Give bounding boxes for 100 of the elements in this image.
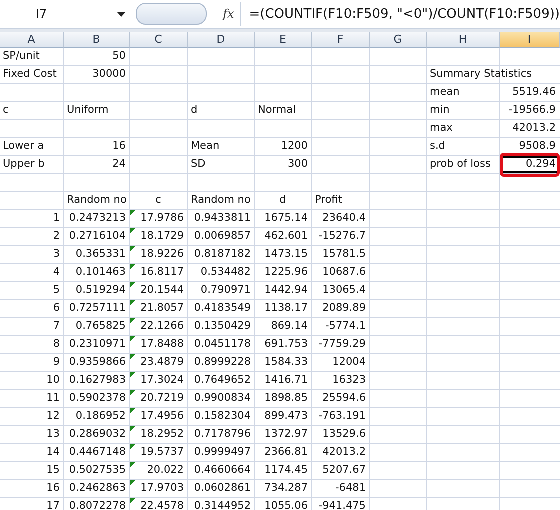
- table-cell: 0.9999497: [194, 446, 251, 458]
- table-cell-text: 42013.2: [512, 121, 557, 136]
- table-cell: 0.294: [500, 156, 559, 173]
- formula-bar-handle[interactable]: [136, 3, 208, 25]
- table-cell: 17.4956: [140, 410, 184, 422]
- table-cell: 0.2310971: [69, 338, 126, 350]
- table-cell: 22.4578: [140, 500, 184, 510]
- table-cell: 1898.85: [264, 392, 308, 404]
- table-cell-text: d: [278, 193, 288, 208]
- table-cell: 1584.33: [264, 356, 308, 368]
- table-cell: 23640.4: [322, 212, 366, 224]
- table-cell-text: -19566.9: [508, 103, 557, 118]
- table-cell: 1225.96: [264, 266, 308, 278]
- table-cell: 0.0451178: [194, 338, 251, 350]
- table-cell: -15276.7: [318, 230, 366, 242]
- table-cell: 8: [53, 338, 60, 350]
- table-cell: 0.2716104: [69, 230, 126, 242]
- table-cell: 23.4879: [140, 356, 184, 368]
- table-cell: 16323: [332, 374, 366, 386]
- table-cell: 0.7257111: [69, 302, 126, 314]
- table-cell: 1473.15: [264, 248, 308, 260]
- table-cell: 42013.2: [322, 446, 366, 458]
- table-cell: 0.1627983: [69, 374, 126, 386]
- column-header[interactable]: A: [0, 32, 64, 48]
- table-cell-text: d: [190, 103, 199, 118]
- table-cell: 0.9433811: [194, 212, 251, 224]
- highlight-outline: [500, 153, 560, 177]
- table-cell-text: 5519.46: [512, 85, 557, 100]
- table-cell-text: max: [429, 121, 454, 136]
- table-cell: 462.601: [264, 230, 308, 242]
- table-cell: 1: [53, 212, 60, 224]
- table-cell: 5207.67: [322, 464, 366, 476]
- table-cell: 15: [46, 464, 60, 476]
- table-cell: 0.790971: [200, 284, 251, 296]
- table-cell: 13065.4: [322, 284, 366, 296]
- table-cell-text: 300: [286, 157, 309, 172]
- table-cell: 0.8072278: [69, 500, 126, 510]
- column-header[interactable]: B: [64, 32, 130, 48]
- name-box[interactable]: I7: [0, 3, 134, 25]
- table-cell: 12004: [332, 356, 366, 368]
- table-cell-text: Summary Statistics: [429, 67, 534, 82]
- table-cell: 25594.6: [322, 392, 366, 404]
- table-cell-text: s.d: [429, 139, 446, 154]
- column-header[interactable]: F: [312, 32, 370, 48]
- table-cell-text: 16: [112, 139, 127, 154]
- table-cell: 1138.17: [264, 302, 308, 314]
- table-cell: 0.186952: [76, 410, 126, 422]
- table-cell: 12: [46, 410, 60, 422]
- table-cell: 0.9900834: [194, 392, 251, 404]
- table-cell-text: min: [429, 103, 451, 118]
- table-cell: 0.5027535: [69, 464, 126, 476]
- column-header[interactable]: H: [427, 32, 500, 48]
- table-cell: 0.4467148: [69, 446, 126, 458]
- formula-field[interactable]: =(COUNTIF(F10:F509, "<0")/COUNT(F10:F509)): [249, 6, 560, 22]
- table-cell-text: 1200: [280, 139, 309, 154]
- table-cell: 11: [46, 392, 60, 404]
- insert-function-button[interactable]: fx: [217, 2, 242, 26]
- table-cell: 2089.89: [322, 302, 366, 314]
- table-cell: 0.2462863: [69, 482, 126, 494]
- table-cell: 691.753: [264, 338, 308, 350]
- table-cell: 0.3144952: [194, 500, 251, 510]
- table-cell: 13529.6: [322, 428, 366, 440]
- table-cell: 0.2869032: [69, 428, 126, 440]
- table-cell: 14: [46, 446, 60, 458]
- table-cell: 20.7219: [140, 392, 184, 404]
- table-cell-text: Random no: [190, 193, 252, 208]
- table-cell-text: Fixed Cost: [2, 67, 58, 82]
- table-cell: -6481: [335, 482, 366, 494]
- column-header[interactable]: C: [130, 32, 188, 48]
- column-header[interactable]: D: [188, 32, 255, 48]
- table-cell: 0.7649652: [194, 374, 251, 386]
- table-cell-text: SP/unit: [2, 49, 41, 64]
- table-cell: 0.5902378: [69, 392, 126, 404]
- dropdown-icon[interactable]: [116, 12, 126, 16]
- table-cell: 0.765825: [76, 320, 126, 332]
- table-cell: 734.287: [264, 482, 308, 494]
- table-cell: -763.191: [318, 410, 366, 422]
- column-header[interactable]: I: [500, 32, 560, 48]
- table-cell-text: 50: [112, 49, 127, 64]
- table-cell: 0.534482: [200, 266, 251, 278]
- table-cell: 0.0069857: [194, 230, 251, 242]
- table-cell: 0.7178796: [194, 428, 251, 440]
- table-cell-text: Upper b: [2, 157, 46, 172]
- table-cell: 22.1266: [140, 320, 184, 332]
- table-cell: 18.9226: [140, 248, 184, 260]
- table-cell-text: c: [2, 103, 10, 118]
- table-cell-text: SD: [190, 157, 207, 172]
- table-cell: 1055.06: [264, 500, 308, 510]
- table-cell: 0.365331: [76, 248, 126, 260]
- table-cell: 3: [53, 248, 60, 260]
- column-header[interactable]: E: [255, 32, 312, 48]
- table-cell: 17.9786: [140, 212, 184, 224]
- table-cell: 0.2473213: [69, 212, 126, 224]
- table-cell: 10: [46, 374, 60, 386]
- table-cell: 16: [46, 482, 60, 494]
- table-cell: 5: [53, 284, 60, 296]
- table-cell: 0.101463: [76, 266, 126, 278]
- table-cell: 20.022: [147, 464, 184, 476]
- column-header[interactable]: G: [370, 32, 427, 48]
- table-cell: 17.8488: [140, 338, 184, 350]
